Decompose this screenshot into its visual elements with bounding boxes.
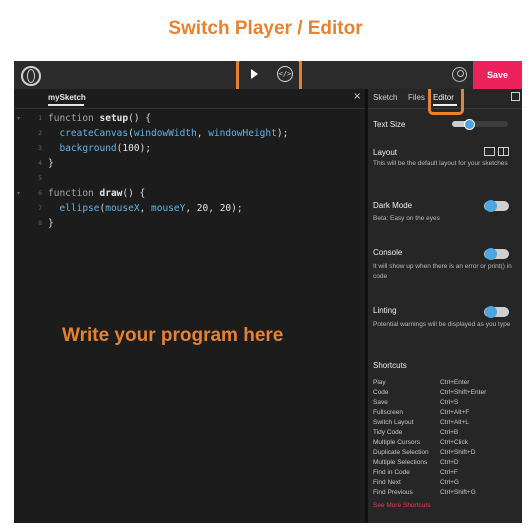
code-line: background(100); [59,143,152,154]
fold-arrow-icon[interactable]: ▾ [17,115,20,122]
shortcut-key: Ctrl+Alt+L [440,419,469,426]
layout-icon[interactable] [484,147,495,156]
tab-files[interactable]: Files [408,93,425,102]
user-icon[interactable] [452,67,467,82]
shortcut-action: Find in Code [373,469,410,476]
code-icon[interactable]: </> [277,66,293,82]
console-description: It will show up when there is an error o… [373,263,512,280]
annotation-highlight-editor-tab [428,89,464,115]
shortcut-action: Find Previous [373,489,413,496]
shortcut-row: Play Ctrl+Enter [373,378,518,388]
code-editor[interactable]: mySketch × ▾ ▾ 1 2 3 4 5 6 7 8 function … [14,89,365,523]
play-icon[interactable] [251,69,258,79]
linting-description: Potential warnings will be displayed as … [373,321,511,328]
layout-icon[interactable] [498,147,509,156]
shortcut-row: Find Previous Ctrl+Shift+G [373,488,518,498]
shortcut-key: Ctrl+Enter [440,379,470,386]
shortcut-row: Multiple Cursors Ctrl+Click [373,438,518,448]
see-more-shortcuts-link[interactable]: See More Shortcuts [373,502,430,509]
shortcut-row: Fullscreen Ctrl+Alt+F [373,408,518,418]
toggle-knob [485,200,497,212]
shortcut-row: Find in Code Ctrl+F [373,468,518,478]
shortcut-key: Ctrl+Shift+G [440,489,476,496]
dark-mode-toggle[interactable] [484,200,509,212]
fold-arrow-icon[interactable]: ▾ [17,190,20,197]
shortcut-action: Code [373,389,389,396]
linting-label: Linting [373,306,397,315]
shortcut-row: Save Ctrl+S [373,398,518,408]
shortcut-key: Ctrl+Alt+F [440,409,470,416]
app-window: </> Save mySketch × ▾ ▾ 1 2 3 4 5 6 7 8 … [14,61,522,523]
shortcut-action: Duplicate Selection [373,449,429,456]
shortcut-row: Find Next Ctrl+G [373,478,518,488]
shortcuts-list: Play Ctrl+Enter Code Ctrl+Shift+Enter Save Ct… [373,378,518,498]
shortcut-row: Switch Layout Ctrl+Alt+L [373,418,518,428]
annotation-title: Switch Player / Editor [168,18,363,39]
dark-mode-label: Dark Mode [373,201,413,210]
shortcut-key: Ctrl+Click [440,439,468,446]
layout-description: This will be the default layout for your… [373,160,508,167]
shortcut-action: Tidy Code [373,429,403,436]
shortcut-key: Ctrl+D [440,459,459,466]
code-line: ellipse(mouseX, mouseY, 20, 20); [59,203,243,214]
line-number: 3 [38,144,42,152]
code-line: createCanvas(windowWidth, windowHeight); [59,128,289,139]
shortcut-action: Play [373,379,386,386]
shortcut-action: Find Next [373,479,401,486]
file-tab[interactable]: mySketch [48,93,86,102]
close-icon[interactable]: × [353,91,361,102]
shortcut-action: Fullscreen [373,409,403,416]
line-number: 2 [38,129,42,137]
shortcut-action: Switch Layout [373,419,414,426]
toggle-knob [485,306,497,318]
line-number: 4 [38,159,42,167]
code-text[interactable]: function setup() { createCanvas(windowWi… [48,111,288,231]
top-bar: </> Save [14,61,522,94]
shortcut-action: Multiple Selections [373,459,428,466]
shortcut-row: Tidy Code Ctrl+B [373,428,518,438]
toggle-knob [485,248,497,260]
console-label: Console [373,248,403,257]
shortcut-key: Ctrl+Shift+Enter [440,389,487,396]
shortcuts-title: Shortcuts [373,361,407,370]
shortcut-key: Ctrl+G [440,479,459,486]
shortcut-key: Ctrl+Shift+D [440,449,476,456]
linting-toggle[interactable] [484,306,509,318]
code-line: function setup() { [48,113,151,124]
editor-tab-bar: mySketch × [14,89,365,109]
text-size-slider-handle[interactable] [463,119,475,130]
line-number: 7 [38,204,42,212]
file-tab-underline [48,104,84,106]
line-number: 5 [38,174,42,182]
line-number-gutter: ▾ ▾ 1 2 3 4 5 6 7 8 [14,111,42,231]
code-line: function draw() { [48,188,146,199]
shortcut-row: Duplicate Selection Ctrl+Shift+D [373,448,518,458]
shortcut-key: Ctrl+B [440,429,459,436]
console-toggle[interactable] [484,248,509,260]
settings-panel: Sketch Files Editor Text Size Layout Thi… [368,89,522,523]
tab-sketch[interactable]: Sketch [373,93,397,102]
save-button[interactable]: Save [473,61,522,89]
shortcut-action: Save [373,399,388,406]
shortcut-row: Multiple Selections Ctrl+D [373,458,518,468]
text-size-slider[interactable] [452,119,508,130]
shortcut-key: Ctrl+S [440,399,459,406]
dark-mode-description: Beta: Easy on the eyes [373,215,440,222]
shortcut-row: Code Ctrl+Shift+Enter [373,388,518,398]
annotation-program-hint: Write your program here [62,325,284,346]
code-line: } [48,218,54,229]
text-size-label: Text Size [373,120,406,129]
layout-label: Layout [373,148,398,157]
line-number: 8 [38,219,42,227]
expand-icon[interactable] [511,92,520,101]
p5-logo-icon[interactable] [21,66,41,86]
code-line: } [48,158,54,169]
shortcut-action: Multiple Cursors [373,439,420,446]
shortcut-key: Ctrl+F [440,469,458,476]
